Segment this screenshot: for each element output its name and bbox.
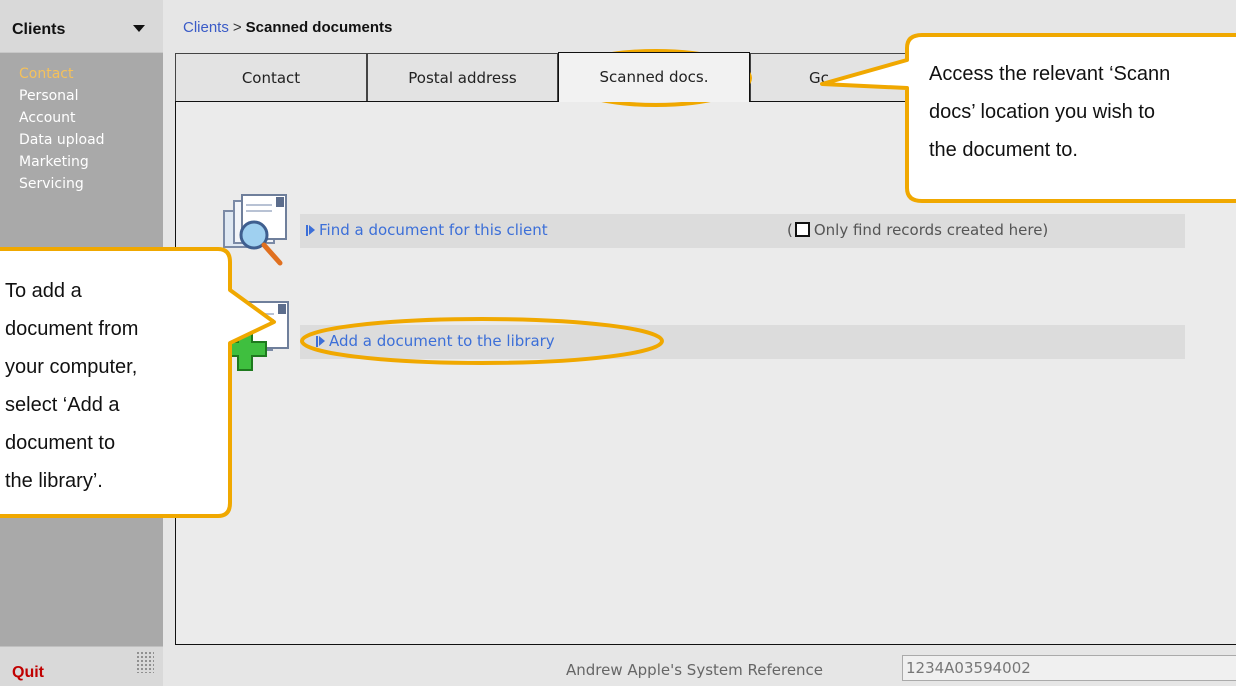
add-callout-line-1: To add a bbox=[5, 280, 82, 302]
system-reference-label: Andrew Apple's System Reference bbox=[566, 661, 824, 679]
add-callout-line-4: select ‘Add a bbox=[5, 394, 120, 416]
only-find-records-checkbox[interactable] bbox=[794, 222, 810, 237]
breadcrumb: Clients > Scanned documents bbox=[183, 19, 392, 36]
main-panel bbox=[175, 101, 1236, 645]
find-document-label: Find a document for this client bbox=[319, 221, 548, 239]
sidebar-title: Clients bbox=[12, 21, 66, 38]
grip-icon[interactable] bbox=[136, 651, 154, 673]
add-document-link[interactable]: Add a document to the library bbox=[316, 332, 555, 350]
play-arrow-icon bbox=[316, 336, 325, 347]
sidebar-item-account[interactable]: Account bbox=[0, 107, 163, 129]
tabs-callout-line-2: docs’ location you wish to bbox=[929, 101, 1156, 123]
sidebar-item-data-upload[interactable]: Data upload bbox=[0, 129, 163, 151]
find-option: ( Only find records created here) bbox=[787, 221, 1048, 239]
add-document-label: Add a document to the library bbox=[329, 332, 555, 350]
add-callout-line-5: document to bbox=[5, 432, 116, 454]
sidebar-nav: Contact Personal Account Data upload Mar… bbox=[0, 63, 163, 195]
add-callout-line-2: document from bbox=[5, 318, 139, 340]
tab-scanned-docs[interactable]: Scanned docs. bbox=[558, 52, 750, 102]
tab-gc[interactable]: Gc bbox=[750, 53, 942, 101]
find-option-paren: ( bbox=[787, 221, 793, 239]
find-document-icon[interactable] bbox=[218, 191, 298, 271]
tab-contact[interactable]: Contact bbox=[175, 53, 367, 101]
system-reference-input[interactable] bbox=[902, 655, 1236, 681]
tabs-callout-line-3: the document to. bbox=[929, 139, 1078, 161]
quit-link[interactable]: Quit bbox=[12, 664, 44, 682]
sidebar-item-personal[interactable]: Personal bbox=[0, 85, 163, 107]
tabs-callout-line-1: Access the relevant ‘Scann bbox=[929, 63, 1171, 85]
breadcrumb-clients-link[interactable]: Clients bbox=[183, 19, 229, 36]
sidebar-item-servicing[interactable]: Servicing bbox=[0, 173, 163, 195]
tab-postal-address[interactable]: Postal address bbox=[367, 53, 558, 101]
sidebar-footer: Quit bbox=[0, 646, 163, 686]
add-document-icon[interactable] bbox=[220, 298, 300, 378]
find-document-link[interactable]: Find a document for this client bbox=[306, 221, 548, 239]
sidebar-item-marketing[interactable]: Marketing bbox=[0, 151, 163, 173]
chevron-down-icon[interactable] bbox=[133, 25, 145, 32]
find-option-label: Only find records created here) bbox=[813, 221, 1049, 239]
breadcrumb-current: Scanned documents bbox=[245, 19, 393, 36]
sidebar-header[interactable]: Clients bbox=[0, 0, 163, 53]
breadcrumb-separator: > bbox=[232, 19, 242, 36]
play-arrow-icon bbox=[306, 225, 315, 236]
add-callout-line-3: your computer, bbox=[5, 356, 138, 378]
add-callout-line-6: the library’. bbox=[5, 470, 103, 492]
sidebar-item-contact[interactable]: Contact bbox=[0, 63, 163, 85]
